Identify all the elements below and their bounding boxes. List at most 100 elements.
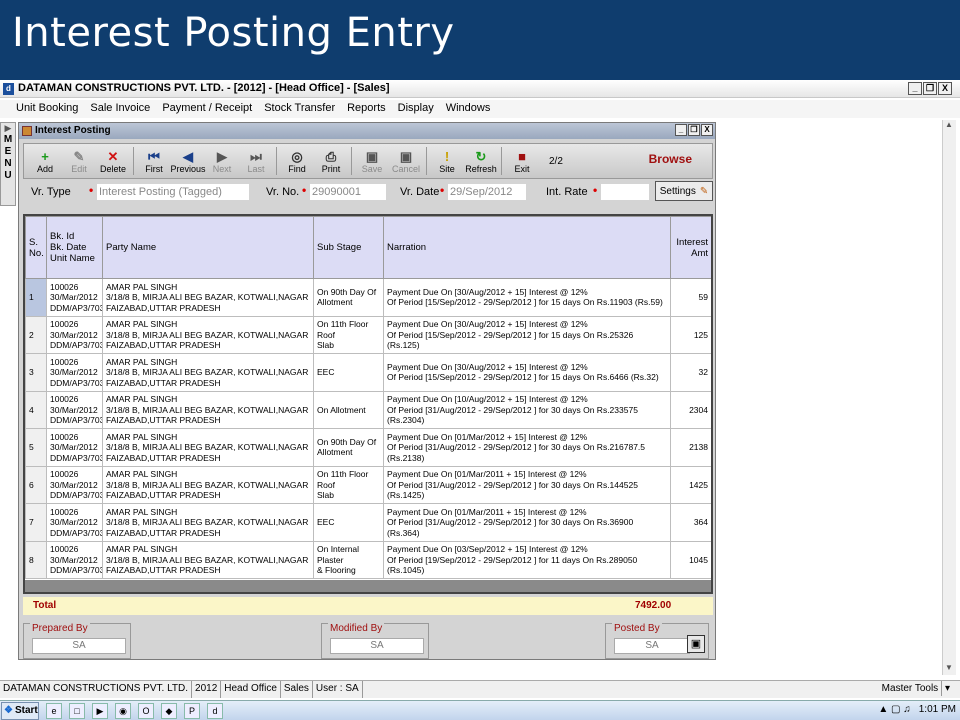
col-sub-stage[interactable]: Sub Stage bbox=[313, 216, 384, 279]
col-party-name[interactable]: Party Name bbox=[102, 216, 314, 279]
scroll-down-icon[interactable]: ▼ bbox=[943, 663, 955, 675]
add-label: Add bbox=[36, 163, 53, 174]
app-window-buttons: _ ❐ X bbox=[908, 82, 952, 95]
window-icon bbox=[22, 126, 32, 136]
table-header-row: S. No. Bk. Id Bk. Date Unit Name Party Name… bbox=[25, 216, 711, 279]
vr-no-field[interactable] bbox=[310, 184, 386, 200]
last-button[interactable]: ⏭ Last bbox=[239, 145, 273, 177]
menu-sale-invoice[interactable]: Sale Invoice bbox=[84, 100, 156, 118]
first-button[interactable]: ⏮ First bbox=[137, 145, 171, 177]
last-label: Last bbox=[247, 163, 265, 174]
child-restore-button[interactable]: ❐ bbox=[688, 124, 700, 136]
app-title: DATAMAN CONSTRUCTIONS PVT. LTD. - [2012]… bbox=[18, 82, 390, 94]
cell-booking: 100026 30/Mar/2012 DDM/AP3/703 bbox=[46, 428, 103, 467]
minimize-button[interactable]: _ bbox=[908, 82, 922, 95]
close-button[interactable]: X bbox=[938, 82, 952, 95]
powerpoint-icon[interactable]: P bbox=[184, 702, 200, 719]
exit-label: Exit bbox=[514, 163, 530, 174]
ie-icon[interactable]: e bbox=[46, 702, 62, 719]
toolbar: + Add ✎ Edit ✕ Delete ⏮ First ◀ Previous ▶ Next ⏭ Las… bbox=[23, 143, 713, 179]
app-icon[interactable]: ◆ bbox=[161, 702, 177, 719]
table-row[interactable]: 6 100026 30/Mar/2012 DDM/AP3/703 AMAR PAL SI… bbox=[25, 465, 711, 504]
previous-label: Previous bbox=[170, 163, 206, 174]
col-sno[interactable]: S. No. bbox=[25, 216, 47, 279]
col-narration[interactable]: Narration bbox=[383, 216, 671, 279]
cell-sno: 1 bbox=[25, 278, 47, 317]
site-label: Site bbox=[439, 163, 455, 174]
vr-date-field[interactable] bbox=[448, 184, 526, 200]
next-label: Next bbox=[212, 163, 232, 174]
cell-sub-stage: On 90th Day Of Allotment bbox=[313, 278, 384, 317]
required-marker: • bbox=[302, 183, 307, 197]
save-icon[interactable]: ▣ bbox=[687, 635, 705, 653]
int-rate-field[interactable] bbox=[601, 184, 649, 200]
media-icon[interactable]: ▶ bbox=[92, 702, 108, 719]
previous-icon: ◀ bbox=[183, 148, 193, 164]
menu-unit-booking[interactable]: Unit Booking bbox=[10, 100, 84, 118]
table-row[interactable]: 1 100026 30/Mar/2012 DDM/AP3/703 AMAR PAL SI… bbox=[25, 278, 711, 317]
cell-sno: 5 bbox=[25, 428, 47, 467]
status-module: Sales bbox=[281, 681, 313, 698]
col-booking[interactable]: Bk. Id Bk. Date Unit Name bbox=[46, 216, 103, 279]
cell-narration: Payment Due On [01/Mar/2011 + 15] Intere… bbox=[383, 465, 671, 504]
cell-narration: Payment Due On [30/Aug/2012 + 15] Intere… bbox=[383, 353, 671, 392]
site-button[interactable]: ! Site bbox=[430, 145, 464, 177]
dataman-icon[interactable]: d bbox=[207, 702, 223, 719]
table-row[interactable]: 7 100026 30/Mar/2012 DDM/AP3/703 AMAR PAL SI… bbox=[25, 503, 711, 542]
start-button[interactable]: ❖ Start bbox=[1, 701, 39, 720]
chrome-icon[interactable]: ◉ bbox=[115, 702, 131, 719]
table-row[interactable]: 2 100026 30/Mar/2012 DDM/AP3/703 AMAR PAL SI… bbox=[25, 315, 711, 354]
vertical-scrollbar[interactable]: ▲ ▼ bbox=[942, 120, 956, 675]
edit-button[interactable]: ✎ Edit bbox=[62, 145, 96, 177]
menu-payment-receipt[interactable]: Payment / Receipt bbox=[156, 100, 258, 118]
cell-sno: 7 bbox=[25, 503, 47, 542]
exit-button[interactable]: ■ Exit bbox=[505, 145, 539, 177]
table-row[interactable]: 4 100026 30/Mar/2012 DDM/AP3/703 AMAR PAL SI… bbox=[25, 390, 711, 429]
cell-party-name: AMAR PAL SINGH 3/18/8 B, MIRJA ALI BEG BA… bbox=[102, 465, 314, 504]
table-row[interactable]: 5 100026 30/Mar/2012 DDM/AP3/703 AMAR PAL SI… bbox=[25, 428, 711, 467]
app-window: d DATAMAN CONSTRUCTIONS PVT. LTD. - [201… bbox=[0, 80, 960, 700]
menu-stock-transfer[interactable]: Stock Transfer bbox=[258, 100, 341, 118]
master-tools-dropdown[interactable]: Master Tools ▾ bbox=[878, 681, 950, 696]
cancel-button[interactable]: ▣ Cancel bbox=[389, 145, 423, 177]
restore-button[interactable]: ❐ bbox=[923, 82, 937, 95]
cell-booking: 100026 30/Mar/2012 DDM/AP3/703 bbox=[46, 353, 103, 392]
int-rate-label: Int. Rate bbox=[546, 186, 588, 198]
status-branch: Head Office bbox=[221, 681, 281, 698]
print-button[interactable]: ⎙ Print bbox=[314, 145, 348, 177]
table-row[interactable]: 8 100026 30/Mar/2012 DDM/AP3/703 AMAR PAL SI… bbox=[25, 540, 711, 579]
delete-icon: ✕ bbox=[107, 148, 119, 164]
print-label: Print bbox=[321, 163, 341, 174]
save-button[interactable]: ▣ Save bbox=[355, 145, 389, 177]
menu-display[interactable]: Display bbox=[392, 100, 440, 118]
cell-sub-stage: On Allotment bbox=[313, 390, 384, 429]
settings-button[interactable]: Settings ✎ bbox=[655, 181, 713, 201]
refresh-button[interactable]: ↻ Refresh bbox=[464, 145, 498, 177]
modified-by-value: SA bbox=[330, 638, 424, 654]
child-close-button[interactable]: X bbox=[701, 124, 713, 136]
expand-arrow-icon: ▶ bbox=[4, 123, 12, 133]
col-interest-amt[interactable]: Interest Amt bbox=[670, 216, 711, 279]
add-button[interactable]: + Add bbox=[28, 145, 62, 177]
cell-interest-amt: 364 bbox=[670, 503, 711, 542]
menu-windows[interactable]: Windows bbox=[440, 100, 497, 118]
explorer-icon[interactable]: □ bbox=[69, 702, 85, 719]
previous-button[interactable]: ◀ Previous bbox=[170, 145, 206, 177]
vr-date-label: Vr. Date bbox=[400, 186, 440, 198]
table-row[interactable]: 3 100026 30/Mar/2012 DDM/AP3/703 AMAR PAL SI… bbox=[25, 353, 711, 392]
find-button[interactable]: ◎ Find bbox=[280, 145, 314, 177]
delete-button[interactable]: ✕ Delete bbox=[96, 145, 130, 177]
scroll-up-icon[interactable]: ▲ bbox=[943, 120, 955, 132]
refresh-icon: ↻ bbox=[475, 148, 487, 164]
cell-sno: 2 bbox=[25, 315, 47, 354]
next-button[interactable]: ▶ Next bbox=[205, 145, 239, 177]
cell-party-name: AMAR PAL SINGH 3/18/8 B, MIRJA ALI BEG BA… bbox=[102, 503, 314, 542]
vr-type-field[interactable] bbox=[97, 184, 249, 200]
cell-booking: 100026 30/Mar/2012 DDM/AP3/703 bbox=[46, 278, 103, 317]
status-year: 2012 bbox=[192, 681, 222, 698]
side-menu-toggle[interactable]: ▶ MENU bbox=[0, 122, 16, 206]
menu-reports[interactable]: Reports bbox=[341, 100, 392, 118]
outlook-icon[interactable]: O bbox=[138, 702, 154, 719]
grid-footer-bar bbox=[25, 580, 711, 592]
child-minimize-button[interactable]: _ bbox=[675, 124, 687, 136]
